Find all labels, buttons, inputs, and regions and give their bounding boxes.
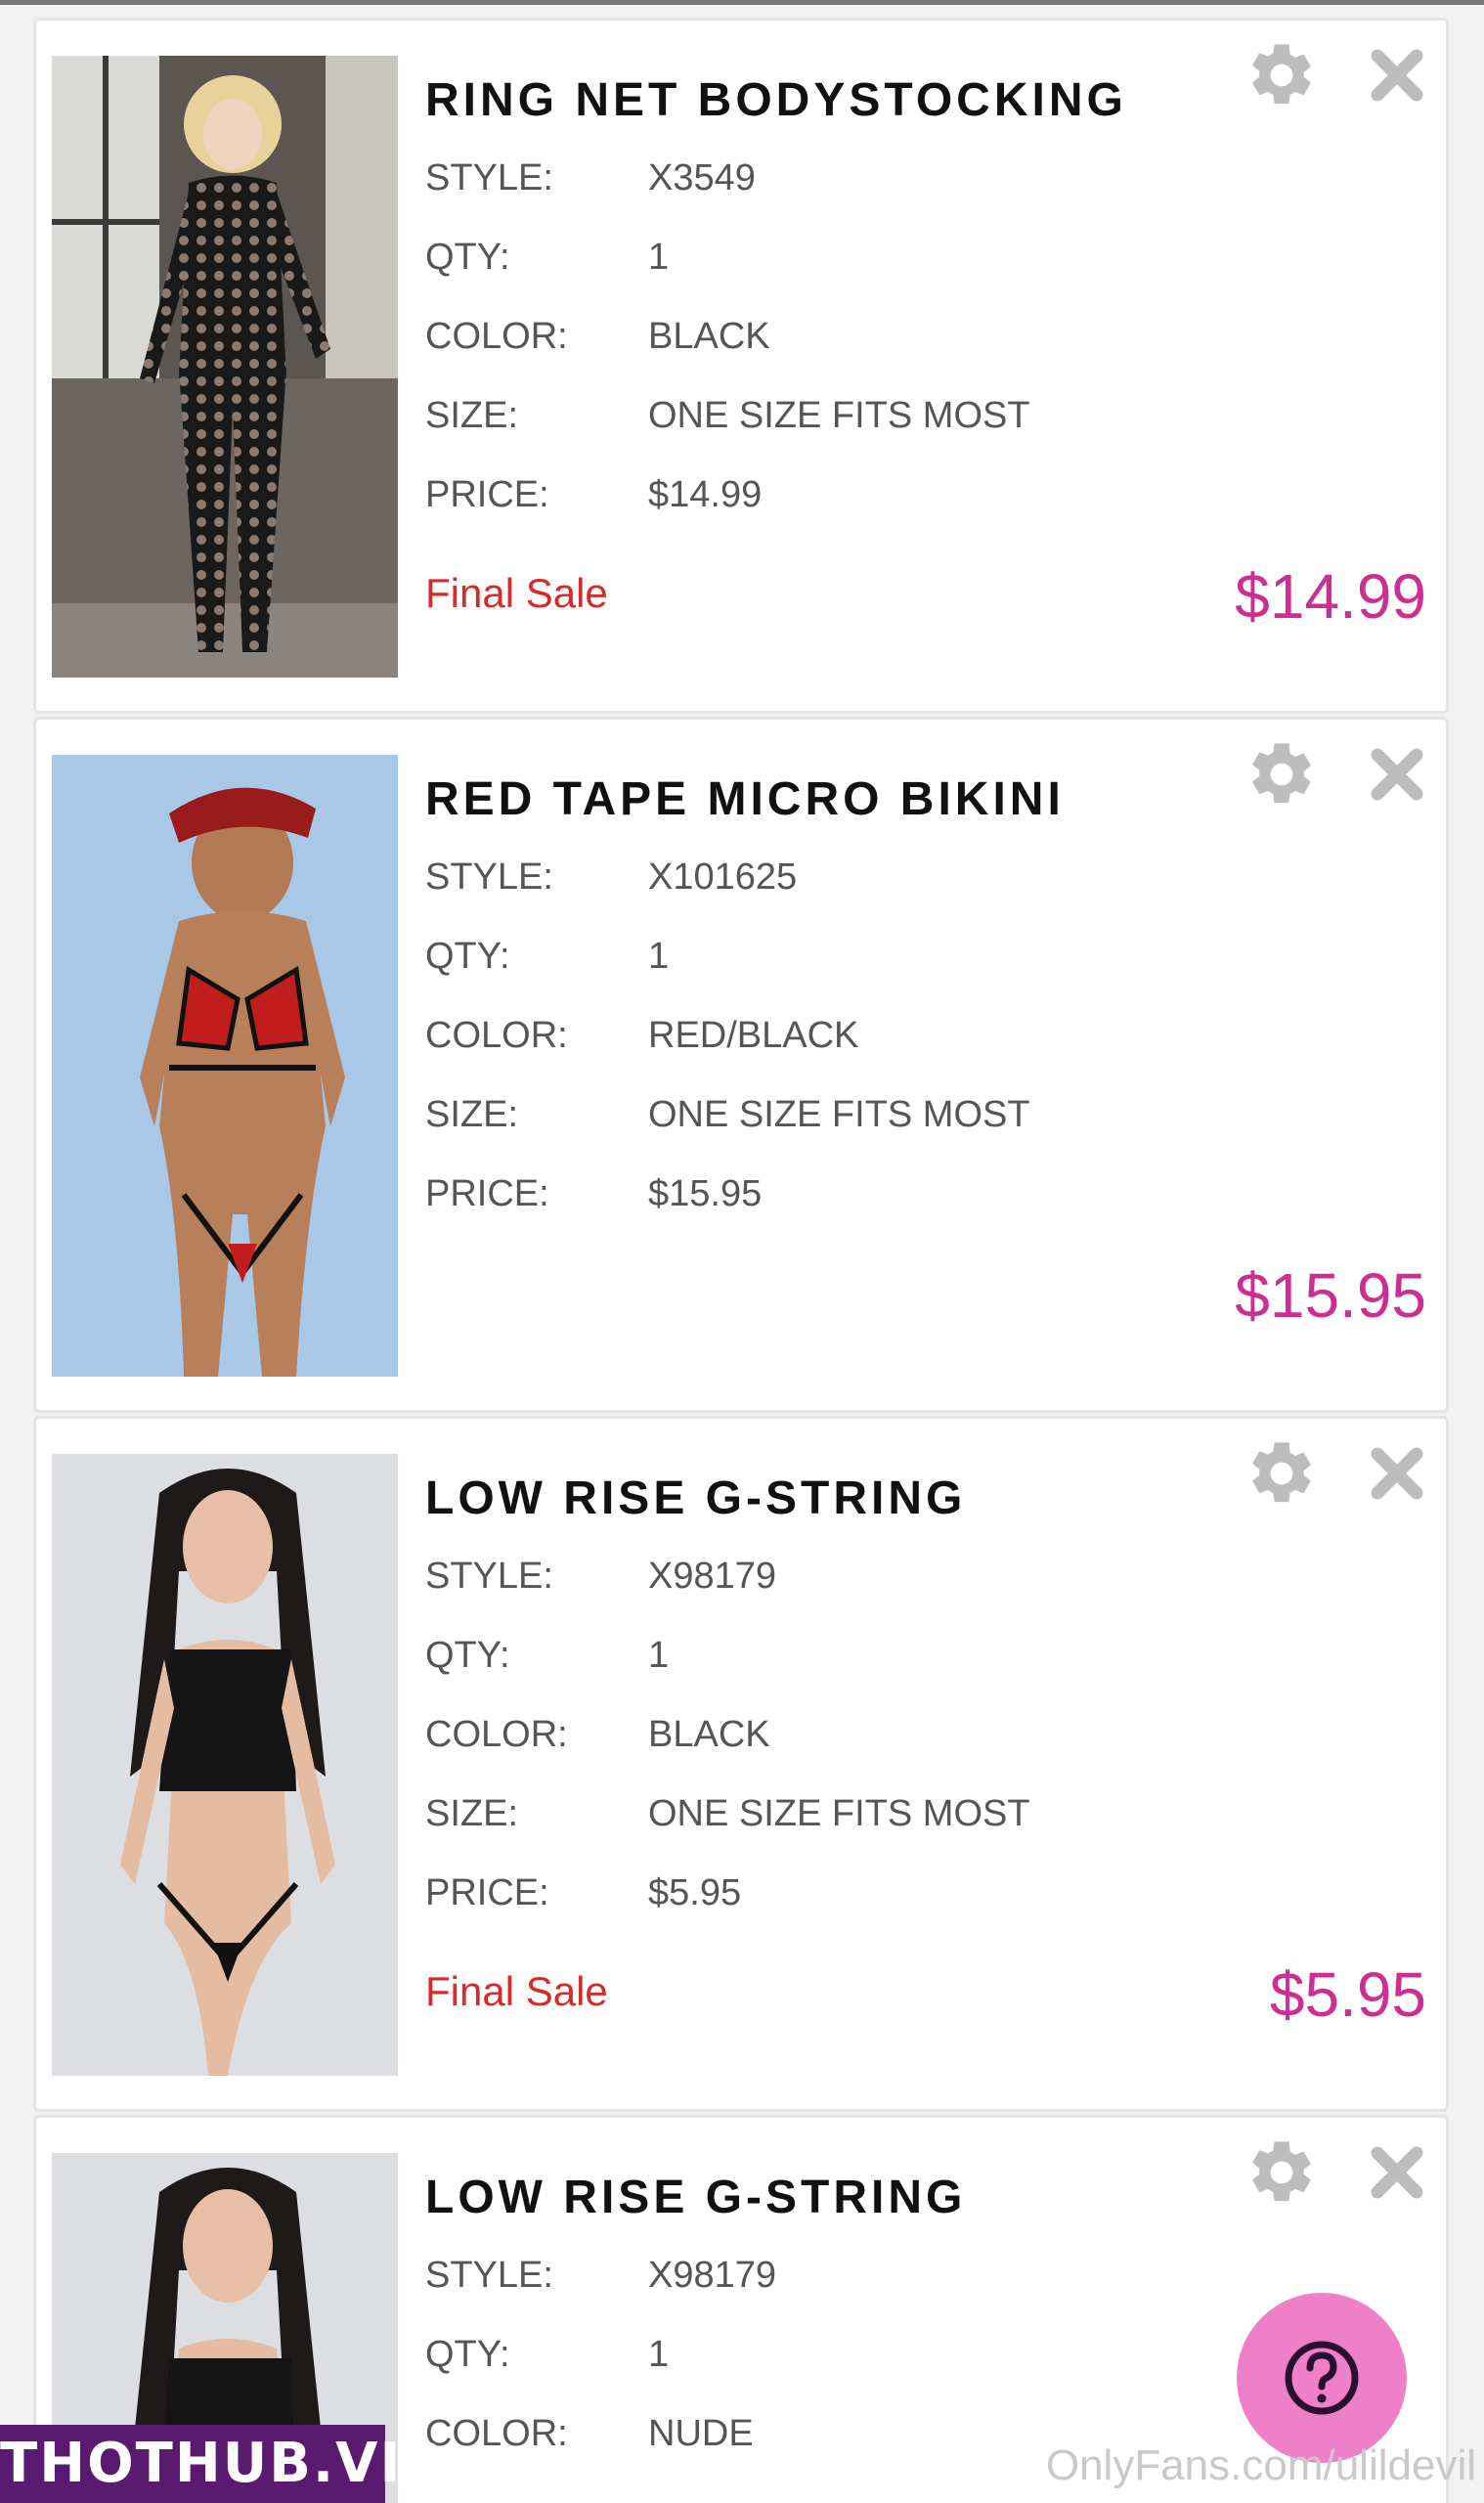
detail-value: $14.99 (648, 474, 763, 515)
detail-label: SIZE: (425, 1094, 519, 1135)
close-icon[interactable] (1366, 44, 1428, 107)
detail-style: STYLE: X98179 (425, 1556, 1030, 1635)
detail-value: BLACK (648, 316, 770, 357)
help-button[interactable] (1237, 2293, 1407, 2463)
detail-value: 1 (648, 237, 670, 278)
detail-color: COLOR: BLACK (425, 316, 1030, 395)
detail-price: PRICE: $15.95 (425, 1173, 1030, 1252)
product-name[interactable]: LOW RISE G-STRING (425, 2171, 966, 2224)
cart-item-card: RED TAPE MICRO BIKINI STYLE: X101625 QTY:… (33, 717, 1449, 1413)
detail-qty: QTY: 1 (425, 2334, 776, 2413)
close-icon[interactable] (1366, 2141, 1428, 2204)
detail-value: X98179 (648, 1556, 777, 1597)
detail-value: 1 (648, 2334, 670, 2375)
detail-label: SIZE: (425, 1793, 519, 1834)
detail-size: SIZE: ONE SIZE FITS MOST (425, 395, 1030, 474)
close-icon[interactable] (1366, 1442, 1428, 1505)
detail-label: QTY: (425, 2334, 510, 2375)
detail-color: COLOR: RED/BLACK (425, 1015, 1030, 1094)
gear-icon[interactable] (1244, 2135, 1319, 2210)
detail-value: ONE SIZE FITS MOST (648, 1793, 1030, 1834)
detail-value: X101625 (648, 856, 798, 898)
item-total: $5.95 (1269, 1959, 1426, 2030)
cart-item-card: RING NET BODYSTOCKING STYLE: X3549 QTY: 1 … (33, 18, 1449, 714)
detail-color: COLOR: NUDE (425, 2413, 776, 2492)
product-image[interactable] (52, 1454, 398, 2076)
detail-style: STYLE: X101625 (425, 856, 1030, 936)
product-details: STYLE: X98179 QTY: 1 COLOR: NUDE (425, 2255, 776, 2492)
close-icon[interactable] (1366, 743, 1428, 806)
final-sale-label: Final Sale (425, 1968, 608, 2014)
detail-size: SIZE: ONE SIZE FITS MOST (425, 1793, 1030, 1872)
product-details: STYLE: X101625 QTY: 1 COLOR: RED/BLACK SIZE… (425, 856, 1030, 1252)
question-icon (1285, 2341, 1359, 2415)
detail-value: ONE SIZE FITS MOST (648, 395, 1030, 436)
detail-value: $15.95 (648, 1173, 763, 1214)
detail-label: STYLE: (425, 2255, 553, 2296)
detail-style: STYLE: X3549 (425, 157, 1030, 237)
final-sale-label: Final Sale (425, 570, 608, 616)
gear-icon[interactable] (1244, 38, 1319, 112)
detail-label: COLOR: (425, 1714, 568, 1755)
detail-value: ONE SIZE FITS MOST (648, 1094, 1030, 1135)
detail-qty: QTY: 1 (425, 237, 1030, 316)
gear-icon[interactable] (1244, 737, 1319, 812)
product-name[interactable]: LOW RISE G-STRING (425, 1471, 966, 1525)
detail-value: $5.95 (648, 1872, 742, 1913)
detail-label: COLOR: (425, 1015, 568, 1056)
detail-label: COLOR: (425, 316, 568, 357)
product-details: STYLE: X3549 QTY: 1 COLOR: BLACK SIZE: ONE S… (425, 157, 1030, 553)
product-name[interactable]: RING NET BODYSTOCKING (425, 73, 1127, 127)
detail-value: X3549 (648, 157, 756, 198)
detail-style: STYLE: X98179 (425, 2255, 776, 2334)
detail-value: RED/BLACK (648, 1015, 859, 1056)
detail-value: BLACK (648, 1714, 770, 1755)
watermark-right: OnlyFans.com/ulildevil (1045, 2441, 1476, 2489)
detail-value: NUDE (648, 2413, 754, 2454)
product-image[interactable] (52, 56, 398, 678)
item-total: $15.95 (1235, 1260, 1426, 1331)
cart-item-card: LOW RISE G-STRING STYLE: X98179 QTY: 1 COL… (33, 1416, 1449, 2112)
detail-value: 1 (648, 936, 670, 977)
detail-label: COLOR: (425, 2413, 568, 2454)
watermark-left: THOTHUB.VIP (0, 2425, 442, 2503)
detail-label: STYLE: (425, 856, 553, 898)
product-details: STYLE: X98179 QTY: 1 COLOR: BLACK SIZE: ONE … (425, 1556, 1030, 1952)
detail-value: X98179 (648, 2255, 777, 2296)
gear-icon[interactable] (1244, 1436, 1319, 1511)
detail-value: 1 (648, 1635, 670, 1676)
detail-label: PRICE: (425, 474, 549, 515)
detail-label: QTY: (425, 1635, 510, 1676)
detail-label: PRICE: (425, 1872, 549, 1913)
detail-label: QTY: (425, 936, 510, 977)
detail-label: STYLE: (425, 157, 553, 198)
detail-label: QTY: (425, 237, 510, 278)
detail-color: COLOR: BLACK (425, 1714, 1030, 1793)
detail-qty: QTY: 1 (425, 936, 1030, 1015)
detail-qty: QTY: 1 (425, 1635, 1030, 1714)
detail-size: SIZE: ONE SIZE FITS MOST (425, 1094, 1030, 1173)
product-image[interactable] (52, 755, 398, 1377)
cart-page: RING NET BODYSTOCKING STYLE: X3549 QTY: 1 … (0, 0, 1484, 2503)
product-name[interactable]: RED TAPE MICRO BIKINI (425, 772, 1065, 826)
detail-price: PRICE: $14.99 (425, 474, 1030, 553)
top-divider (0, 0, 1484, 5)
detail-label: SIZE: (425, 395, 519, 436)
detail-label: STYLE: (425, 1556, 553, 1597)
detail-label: PRICE: (425, 1173, 549, 1214)
item-total: $14.99 (1235, 561, 1426, 632)
detail-price: PRICE: $5.95 (425, 1872, 1030, 1952)
